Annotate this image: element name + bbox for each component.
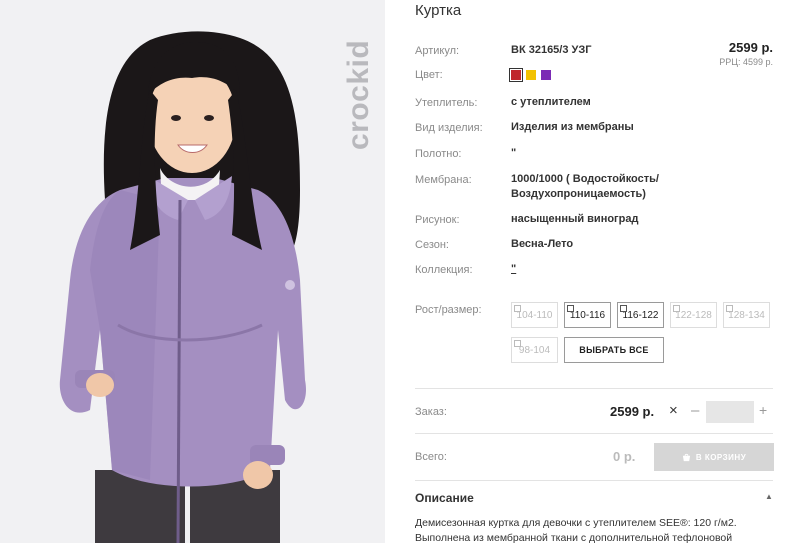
size-option-128-134[interactable]: 128-134 <box>723 302 770 328</box>
checkbox-icon <box>726 305 733 312</box>
spec-label-membrane: Мембрана: <box>415 174 472 186</box>
add-to-cart-label: В КОРЗИНУ <box>695 452 747 462</box>
add-to-cart-button[interactable]: В КОРЗИНУ <box>654 443 774 471</box>
collapse-arrow-icon[interactable]: ▲ <box>765 492 773 501</box>
order-price: 2599 р. <box>610 404 655 419</box>
spec-label-print: Рисунок: <box>415 214 460 226</box>
brand-logo: crockid <box>342 40 375 150</box>
description-text: Демисезонная куртка для девочки с утепли… <box>415 517 737 543</box>
size-label: 122-128 <box>675 309 712 321</box>
recommended-price: РРЦ: 4599 р. <box>719 57 773 67</box>
quantity-input[interactable] <box>706 401 754 423</box>
order-label: Заказ: <box>415 406 447 418</box>
size-label: 110-116 <box>569 309 606 321</box>
color-swatch-red[interactable] <box>509 68 523 82</box>
total-value: 0 р. <box>613 449 636 464</box>
spec-value-type: Изделия из мембраны <box>511 121 634 133</box>
spec-value-collection[interactable]: " <box>511 262 516 277</box>
size-label: 116-122 <box>622 309 659 321</box>
description-title[interactable]: Описание <box>415 491 474 505</box>
quantity-increase-button[interactable]: + <box>759 402 767 418</box>
size-option-122-128[interactable]: 122-128 <box>670 302 717 328</box>
spec-label-insulation: Утеплитель: <box>415 97 478 109</box>
spec-label-fabric: Полотно: <box>415 148 462 160</box>
spec-value-article: ВК 32165/3 УЗГ <box>511 44 592 56</box>
product-info-panel: Куртка 2599 р. РРЦ: 4599 р. Артикул: ВК … <box>415 0 790 543</box>
divider <box>415 433 773 434</box>
spec-label-article: Артикул: <box>415 45 460 57</box>
spec-value-insulation: с утеплителем <box>511 96 591 108</box>
size-option-104-110[interactable]: 104-110 <box>511 302 558 328</box>
checkbox-icon <box>514 340 521 347</box>
divider <box>415 388 773 389</box>
cart-icon <box>682 453 690 461</box>
spec-label-season: Сезон: <box>415 239 449 251</box>
checkbox-icon <box>673 305 680 312</box>
size-option-110-116[interactable]: 110-116 <box>564 302 611 328</box>
spec-label-color: Цвет: <box>415 69 443 81</box>
spec-value-season: Весна-Лето <box>511 238 574 250</box>
divider <box>415 480 773 481</box>
remove-item-button[interactable]: × <box>669 402 678 419</box>
spec-label-type: Вид изделия: <box>415 122 483 134</box>
color-swatch-yellow[interactable] <box>526 70 536 80</box>
spec-label-collection: Коллекция: <box>415 264 473 276</box>
color-swatches <box>509 68 551 82</box>
select-all-sizes-button[interactable]: ВЫБРАТЬ ВСЕ <box>564 337 664 363</box>
size-option-116-122[interactable]: 116-122 <box>617 302 664 328</box>
spec-value-print: насыщенный виноград <box>511 213 639 225</box>
product-title: Куртка <box>415 2 462 19</box>
product-price: 2599 р. <box>728 40 773 55</box>
color-swatch-purple[interactable] <box>541 70 551 80</box>
size-label: 128-134 <box>728 309 765 321</box>
quantity-decrease-button[interactable]: – <box>691 402 699 419</box>
sizes-label: Рост/размер: <box>415 304 482 316</box>
spec-value-membrane: 1000/1000 ( Водостойкость/ <box>511 173 659 185</box>
spec-value-membrane-line2: Воздухопроницаемость) <box>511 188 646 200</box>
total-label: Всего: <box>415 451 447 463</box>
size-label: 104-110 <box>516 309 553 321</box>
checkbox-icon <box>567 305 574 312</box>
product-photo[interactable]: crockid <box>0 0 385 543</box>
svg-text:crockid: crockid <box>342 40 375 150</box>
size-option-98-104[interactable]: 98-104 <box>511 337 558 363</box>
checkbox-icon <box>620 305 627 312</box>
checkbox-icon <box>514 305 521 312</box>
spec-value-fabric: " <box>511 147 517 159</box>
size-label: 98-104 <box>518 344 551 356</box>
